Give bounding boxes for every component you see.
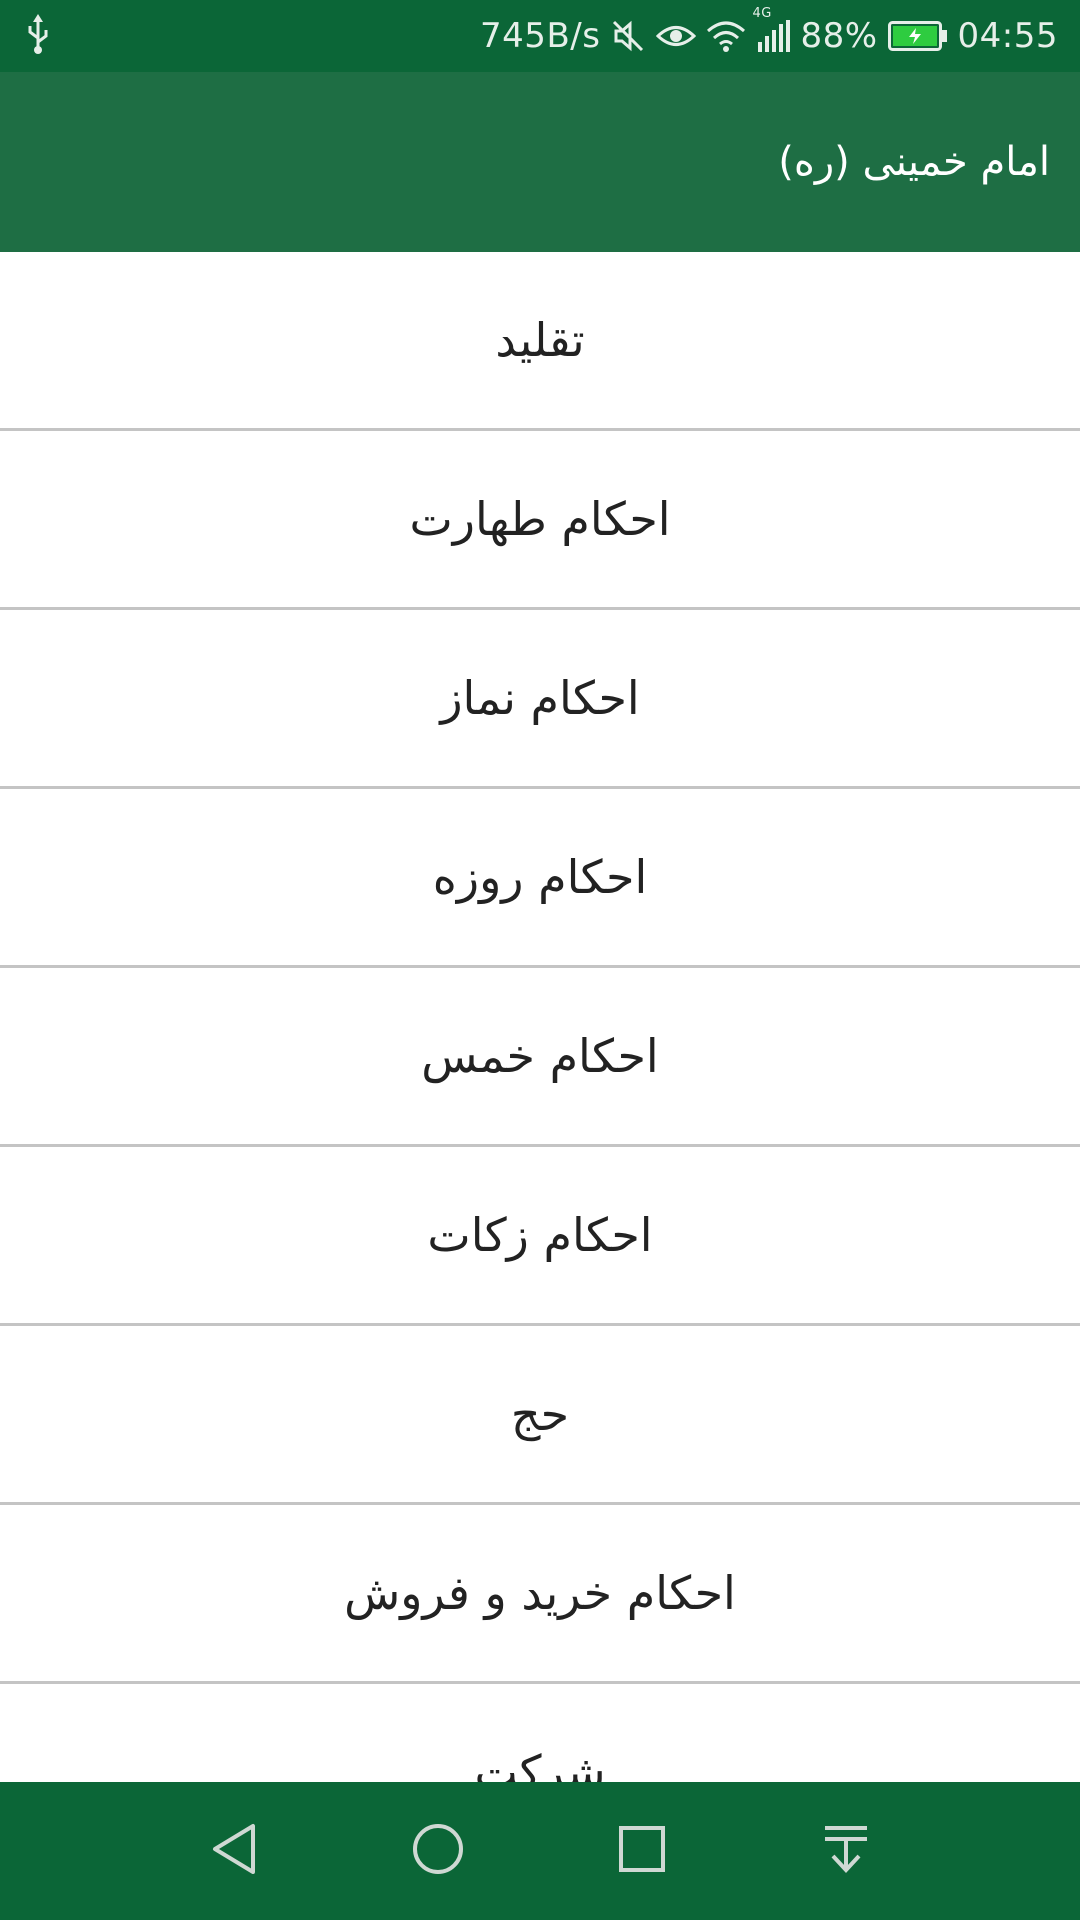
list-item-label: احکام خمس: [421, 1029, 659, 1083]
notification-pulldown-icon: [821, 1822, 871, 1880]
home-button[interactable]: [403, 1816, 473, 1886]
list-item-khums[interactable]: احکام خمس: [0, 968, 1080, 1147]
navigation-bar: [0, 1782, 1080, 1920]
list-item-label: حج: [510, 1387, 570, 1441]
battery-icon: [887, 21, 948, 51]
list-item-label: شرکت: [474, 1745, 606, 1782]
list-item-label: احکام روزه: [432, 850, 648, 904]
app-bar: امام خمینی (ره): [0, 72, 1080, 252]
topic-list[interactable]: تقلید احکام طهارت احکام نماز احکام روزه …: [0, 252, 1080, 1782]
battery-percent: 88%: [800, 16, 878, 56]
screen: 745B/s 4G 88% 04:55 امام خمینی (ره) تقلی…: [0, 0, 1080, 1920]
status-left: [24, 14, 52, 58]
list-item-label: احکام طهارت: [409, 492, 671, 546]
list-item-taqlid[interactable]: تقلید: [0, 252, 1080, 431]
recents-icon: [617, 1824, 667, 1878]
list-item-taharat[interactable]: احکام طهارت: [0, 431, 1080, 610]
status-right: 745B/s 4G 88% 04:55: [480, 6, 1058, 56]
home-icon: [411, 1822, 465, 1880]
list-item-label: احکام زکات: [427, 1208, 653, 1262]
notification-pulldown-button[interactable]: [811, 1816, 881, 1886]
list-item-label: تقلید: [495, 313, 585, 367]
mute-icon: [610, 18, 646, 54]
wifi-icon: [706, 19, 746, 53]
recents-button[interactable]: [607, 1816, 677, 1886]
list-item-zakat[interactable]: احکام زکات: [0, 1147, 1080, 1326]
list-item-namaz[interactable]: احکام نماز: [0, 610, 1080, 789]
clock: 04:55: [957, 16, 1058, 56]
list-item-sherkat[interactable]: شرکت: [0, 1684, 1080, 1782]
status-bar: 745B/s 4G 88% 04:55: [0, 0, 1080, 72]
eye-icon: [656, 21, 697, 51]
network-type-label: 4G: [752, 6, 772, 21]
usb-icon: [24, 14, 52, 58]
back-icon: [209, 1822, 259, 1880]
list-item-hajj[interactable]: حج: [0, 1326, 1080, 1505]
back-button[interactable]: [199, 1816, 269, 1886]
list-item-label: احکام نماز: [440, 671, 640, 725]
list-item-label: احکام خرید و فروش: [344, 1566, 736, 1620]
list-item-kharid-foroosh[interactable]: احکام خرید و فروش: [0, 1505, 1080, 1684]
page-title: امام خمینی (ره): [778, 139, 1050, 185]
network-speed: 745B/s: [480, 16, 601, 56]
list-item-rozeh[interactable]: احکام روزه: [0, 789, 1080, 968]
signal-icon: 4G: [752, 6, 791, 52]
